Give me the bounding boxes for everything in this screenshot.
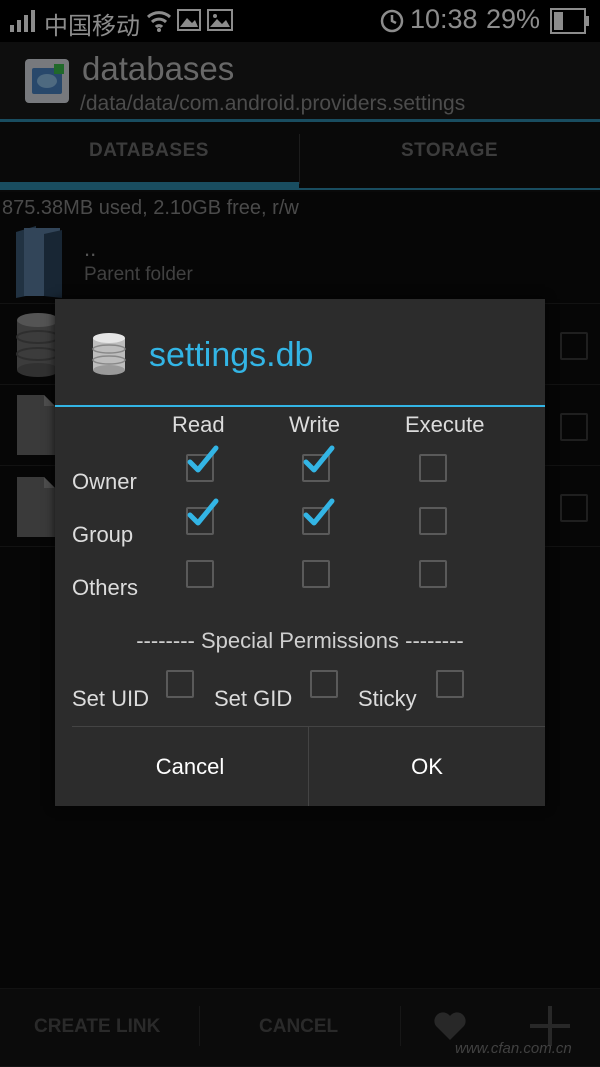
- column-header-write: Write: [289, 412, 340, 437]
- owner-write-checkbox[interactable]: [302, 445, 335, 482]
- others-read-checkbox[interactable]: [186, 560, 214, 588]
- owner-execute-checkbox[interactable]: [419, 454, 447, 482]
- set-gid-label: Set GID: [214, 686, 293, 711]
- special-permissions-header: -------- Special Permissions --------: [136, 628, 464, 653]
- owner-read-checkbox[interactable]: [186, 445, 219, 482]
- checkmark-icon: [303, 498, 335, 526]
- group-write-checkbox[interactable]: [302, 498, 335, 535]
- group-execute-checkbox[interactable]: [419, 507, 447, 535]
- row-label-owner: Owner: [72, 469, 137, 494]
- column-header-read: Read: [172, 412, 225, 437]
- checkmark-icon: [303, 445, 335, 473]
- others-write-checkbox[interactable]: [302, 560, 330, 588]
- checkmark-icon: [187, 498, 219, 526]
- set-uid-checkbox[interactable]: [166, 670, 194, 698]
- group-read-checkbox[interactable]: [186, 498, 219, 535]
- column-header-execute: Execute: [405, 412, 485, 437]
- sticky-checkbox[interactable]: [436, 670, 464, 698]
- set-uid-label: Set UID: [72, 686, 150, 711]
- ok-button[interactable]: OK: [309, 727, 545, 806]
- database-icon: [92, 333, 126, 375]
- cancel-button[interactable]: Cancel: [72, 727, 308, 806]
- row-label-group: Group: [72, 522, 134, 547]
- set-gid-checkbox[interactable]: [310, 670, 338, 698]
- sticky-label: Sticky: [358, 686, 417, 711]
- row-label-others: Others: [72, 575, 139, 600]
- dialog-title-divider: [55, 405, 545, 407]
- dialog-title: settings.db: [149, 336, 314, 374]
- others-execute-checkbox[interactable]: [419, 560, 447, 588]
- checkmark-icon: [187, 445, 219, 473]
